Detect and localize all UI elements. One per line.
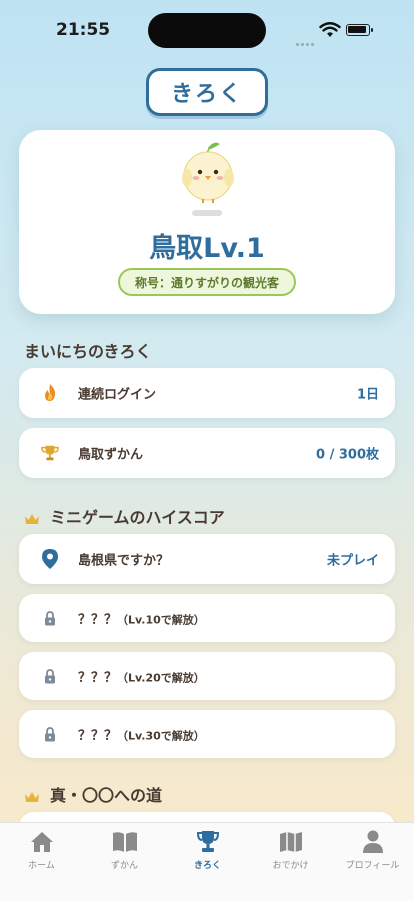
card-value: 未プレイ [326,553,379,569]
book-icon [83,829,166,855]
mascot-shadow [192,210,222,216]
tab-home[interactable]: ホーム [0,829,83,871]
lock-icon [41,724,59,744]
tab-profile[interactable]: プロフィール [331,829,414,871]
page-title: きろく [146,68,268,116]
card-minigame-locked-1: ？？？（Lv.10で解放） [19,594,395,642]
tab-bar: ホーム ずかん きろく おでかけ プロフィール [0,822,414,901]
unlock-condition: （Lv.30で解放） [117,729,205,743]
cellular-signal-icon [296,31,316,46]
status-bar: 21:55 [0,0,414,60]
fire-icon [41,383,59,403]
home-icon [0,829,83,855]
chick-mascot-icon [182,142,234,203]
lock-icon [41,666,59,686]
card-label: ？？？ [78,612,118,628]
tab-label: ホーム [28,861,55,871]
lock-icon [41,608,59,628]
card-tottori-zukan[interactable]: 鳥取ずかん 0 / 300枚 [19,428,395,478]
dynamic-island [148,13,266,48]
card-label: ？？？ [78,728,118,744]
battery-icon [346,24,373,36]
tab-kiroku[interactable]: きろく [166,829,249,871]
card-label: 鳥取ずかん [78,447,144,463]
card-login-streak[interactable]: 連続ログイン 1日 [19,368,395,418]
tab-label: プロフィール [345,861,400,871]
crown-icon [25,791,39,802]
tab-odekake[interactable]: おでかけ [249,829,332,871]
trophy-icon [166,829,249,855]
tab-label: ずかん [110,861,138,871]
section-title-daily: まいにちのきろく [24,342,152,361]
unlock-condition: （Lv.20で解放） [117,671,205,685]
player-level: 鳥取Lv.1 [149,233,265,264]
map-pin-icon [41,549,59,569]
tab-label: おでかけ [272,861,309,871]
trophy-icon [41,443,59,463]
section-title-text: ミニゲームのハイスコア [50,508,225,527]
tab-zukan[interactable]: ずかん [83,829,166,871]
map-icon [249,829,332,855]
unlock-condition: （Lv.10で解放） [117,613,205,627]
status-time: 21:55 [56,20,111,40]
section-title-minigame: ミニゲームのハイスコア [24,504,225,528]
crown-icon [25,513,39,524]
card-label: 島根県ですか？ [78,553,170,569]
title-badge: 称号：通りすがりの観光客 [118,268,296,296]
profile-card: 鳥取Lv.1 称号：通りすがりの観光客 [19,130,395,314]
person-icon [331,829,414,855]
wifi-icon [319,22,341,37]
card-value: 0 / 300枚 [316,447,379,463]
card-value: 1日 [356,387,379,403]
card-minigame-shimane[interactable]: 島根県ですか？ 未プレイ [19,534,395,584]
section-title-text: 真・〇〇への道 [50,786,163,805]
card-label: 連続ログイン [78,387,157,403]
card-minigame-locked-3: ？？？（Lv.30で解放） [19,710,395,758]
card-label: ？？？ [78,670,118,686]
section-title-road: 真・〇〇への道 [24,782,162,806]
card-minigame-locked-2: ？？？（Lv.20で解放） [19,652,395,700]
tab-label: きろく [193,861,221,871]
